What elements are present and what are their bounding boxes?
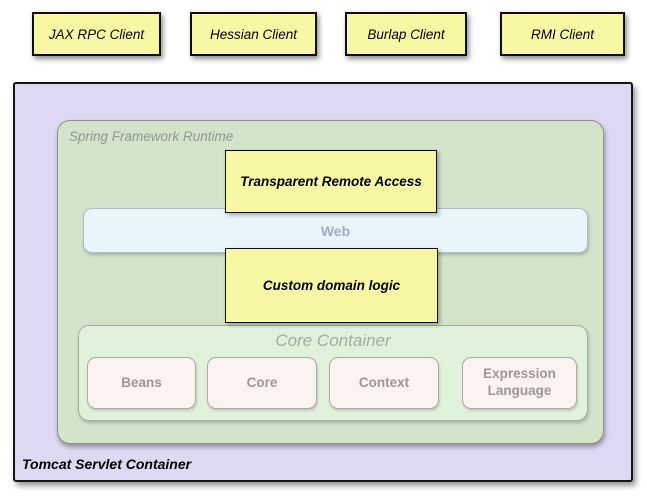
custom-domain-logic-label: Custom domain logic (263, 278, 400, 293)
client-label-rmi: RMI Client (531, 27, 594, 42)
spring-runtime-label: Spring Framework Runtime (69, 129, 233, 144)
tomcat-servlet-container-label: Tomcat Servlet Container (22, 456, 191, 472)
diagram-canvas: JAX RPC Client Hessian Client Burlap Cli… (0, 0, 647, 500)
client-box-rmi: RMI Client (500, 12, 625, 56)
core-container-box: Core Container Beans Core Context Expres… (78, 325, 588, 421)
client-label-burlap: Burlap Client (367, 27, 444, 42)
module-box-context: Context (329, 357, 439, 409)
client-box-jax-rpc: JAX RPC Client (32, 12, 161, 56)
module-box-core: Core (207, 357, 317, 409)
module-box-beans: Beans (87, 357, 196, 409)
client-box-burlap: Burlap Client (345, 12, 467, 56)
module-label-expression-language: Expression Language (471, 366, 568, 400)
client-box-hessian: Hessian Client (190, 12, 317, 56)
module-label-core: Core (247, 375, 278, 392)
module-box-expression-language: Expression Language (462, 357, 577, 409)
transparent-remote-access-label: Transparent Remote Access (240, 174, 422, 189)
client-label-jax-rpc: JAX RPC Client (49, 27, 144, 42)
module-label-beans: Beans (121, 375, 162, 392)
module-label-context: Context (359, 375, 409, 392)
core-container-label: Core Container (79, 331, 587, 351)
tomcat-servlet-container-box: Spring Framework Runtime Web Transparent… (13, 82, 633, 482)
web-layer-box: Web (83, 208, 588, 253)
client-label-hessian: Hessian Client (210, 27, 297, 42)
custom-domain-logic-box: Custom domain logic (225, 248, 438, 323)
web-layer-label: Web (321, 223, 350, 239)
spring-framework-runtime-box: Spring Framework Runtime Web Transparent… (57, 120, 604, 444)
transparent-remote-access-box: Transparent Remote Access (225, 150, 437, 213)
